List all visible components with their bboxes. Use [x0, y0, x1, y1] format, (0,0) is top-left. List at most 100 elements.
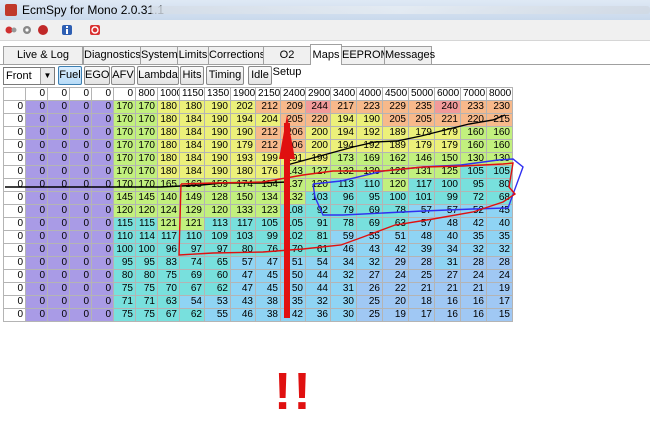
map-cell[interactable]: 38	[255, 308, 281, 322]
map-cell[interactable]: 163	[179, 178, 205, 192]
map-cell[interactable]: 233	[460, 100, 487, 114]
map-cell[interactable]: 215	[486, 113, 513, 127]
map-cell[interactable]: 170	[113, 139, 136, 153]
map-cell[interactable]: 212	[255, 126, 281, 140]
map-cell[interactable]: 170	[113, 165, 136, 179]
map-cell[interactable]: 31	[330, 282, 357, 296]
map-cell[interactable]: 180	[157, 113, 180, 127]
map-cell[interactable]: 95	[460, 178, 487, 192]
map-cell[interactable]: 95	[135, 256, 158, 270]
map-cell[interactable]: 30	[330, 308, 357, 322]
map-cell[interactable]: 189	[382, 126, 409, 140]
map-cell[interactable]: 16	[434, 308, 461, 322]
map-cell[interactable]: 34	[330, 256, 357, 270]
map-cell[interactable]: 110	[113, 230, 136, 244]
map-cell[interactable]: 78	[330, 217, 357, 231]
map-cell[interactable]: 170	[113, 178, 136, 192]
map-cell[interactable]: 160	[460, 126, 487, 140]
map-cell[interactable]: 75	[135, 282, 158, 296]
map-cell[interactable]: 0	[47, 100, 70, 114]
map-cell[interactable]: 96	[157, 243, 180, 257]
map-cell[interactable]: 193	[230, 152, 256, 166]
map-cell[interactable]: 30	[330, 295, 357, 309]
map-cell[interactable]: 80	[230, 243, 256, 257]
map-cell[interactable]: 0	[69, 152, 92, 166]
map-cell[interactable]: 0	[91, 269, 114, 283]
map-cell[interactable]: 159	[204, 178, 231, 192]
map-cell[interactable]: 0	[69, 282, 92, 296]
map-cell[interactable]: 160	[486, 126, 513, 140]
map-cell[interactable]: 61	[305, 243, 331, 257]
map-cell[interactable]: 28	[460, 256, 487, 270]
map-cell[interactable]: 0	[91, 204, 114, 218]
map-cell[interactable]: 184	[179, 113, 205, 127]
map-cell[interactable]: 191	[280, 152, 306, 166]
map-cell[interactable]: 105	[255, 217, 281, 231]
map-cell[interactable]: 121	[157, 217, 180, 231]
map-cell[interactable]: 0	[69, 139, 92, 153]
map-cell[interactable]: 170	[113, 100, 136, 114]
map-cell[interactable]: 189	[382, 139, 409, 153]
tab-maps[interactable]: Maps	[310, 44, 342, 65]
map-cell[interactable]: 63	[382, 217, 409, 231]
map-cell[interactable]: 0	[25, 243, 48, 257]
map-cell[interactable]: 170	[135, 100, 158, 114]
map-cell[interactable]: 70	[280, 243, 306, 257]
map-cell[interactable]: 69	[179, 269, 205, 283]
map-cell[interactable]: 202	[230, 100, 256, 114]
map-cell[interactable]: 120	[113, 204, 136, 218]
map-cell[interactable]: 24	[460, 269, 487, 283]
map-cell[interactable]: 0	[47, 269, 70, 283]
map-cell[interactable]: 0	[91, 126, 114, 140]
map-cell[interactable]: 0	[25, 204, 48, 218]
map-cell[interactable]: 17	[408, 308, 435, 322]
map-cell[interactable]: 0	[47, 113, 70, 127]
map-cell[interactable]: 221	[434, 113, 461, 127]
map-cell[interactable]: 150	[230, 191, 256, 205]
map-cell[interactable]: 44	[305, 282, 331, 296]
cylinder-select[interactable]: Front ▼	[3, 67, 55, 85]
map-cell[interactable]: 184	[179, 165, 205, 179]
map-cell[interactable]: 43	[230, 295, 256, 309]
map-cell[interactable]: 45	[486, 204, 513, 218]
map-cell[interactable]: 57	[408, 204, 435, 218]
tab-o2-setup[interactable]: O2 Setup	[263, 46, 311, 78]
map-cell[interactable]: 48	[434, 217, 461, 231]
map-cell[interactable]: 192	[356, 126, 383, 140]
map-cell[interactable]: 70	[157, 282, 180, 296]
map-cell[interactable]: 170	[113, 113, 136, 127]
map-cell[interactable]: 60	[204, 269, 231, 283]
map-cell[interactable]: 170	[113, 126, 136, 140]
map-cell[interactable]: 205	[408, 113, 435, 127]
map-cell[interactable]: 0	[47, 243, 70, 257]
map-cell[interactable]: 199	[255, 152, 281, 166]
map-cell[interactable]: 130	[486, 152, 513, 166]
map-cell[interactable]: 32	[356, 256, 383, 270]
map-cell[interactable]: 15	[486, 308, 513, 322]
map-cell[interactable]: 0	[47, 139, 70, 153]
map-cell[interactable]: 62	[204, 282, 231, 296]
map-cell[interactable]: 0	[25, 191, 48, 205]
map-cell[interactable]: 180	[230, 165, 256, 179]
map-cell[interactable]: 54	[305, 256, 331, 270]
map-cell[interactable]: 95	[113, 256, 136, 270]
map-cell[interactable]: 127	[305, 165, 331, 179]
map-cell[interactable]: 209	[280, 100, 306, 114]
map-cell[interactable]: 117	[408, 178, 435, 192]
map-cell[interactable]: 126	[382, 165, 409, 179]
map-cell[interactable]: 0	[25, 113, 48, 127]
map-cell[interactable]: 230	[486, 100, 513, 114]
map-cell[interactable]: 0	[69, 100, 92, 114]
map-cell[interactable]: 190	[204, 139, 231, 153]
map-cell[interactable]: 108	[280, 204, 306, 218]
map-cell[interactable]: 0	[25, 178, 48, 192]
map-cell[interactable]: 194	[330, 126, 357, 140]
map-cell[interactable]: 16	[460, 295, 487, 309]
map-cell[interactable]: 52	[460, 204, 487, 218]
map-cell[interactable]: 105	[460, 165, 487, 179]
map-cell[interactable]: 206	[280, 139, 306, 153]
map-cell[interactable]: 51	[382, 230, 409, 244]
map-cell[interactable]: 32	[486, 243, 513, 257]
map-cell[interactable]: 121	[179, 217, 205, 231]
map-cell[interactable]: 99	[434, 191, 461, 205]
